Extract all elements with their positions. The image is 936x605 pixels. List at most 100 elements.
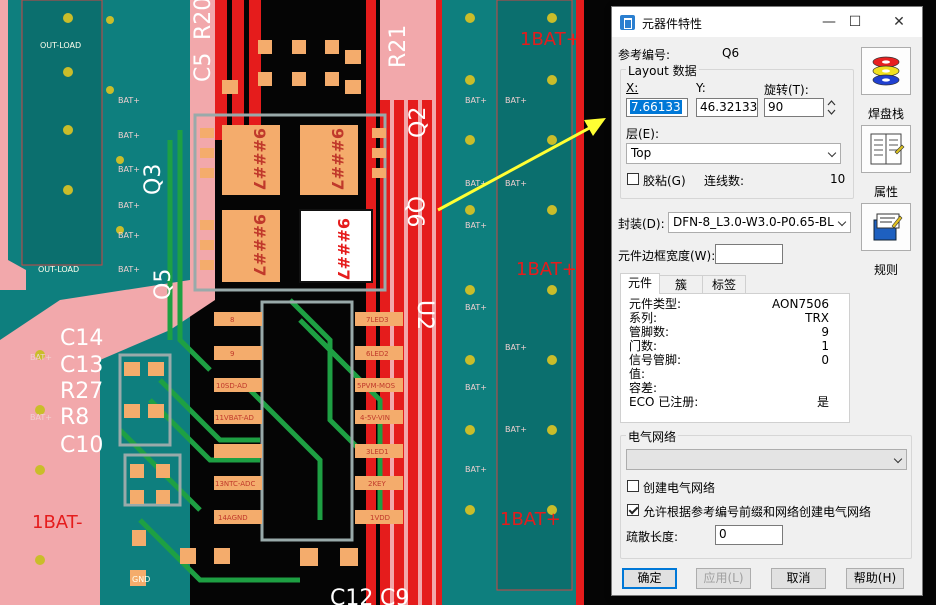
bat-plus-label: 1BAT+ [520,29,581,50]
info-row: 系列: TRX [629,311,829,325]
y-input[interactable]: 46.32133 [696,98,758,117]
rules-button[interactable] [861,203,911,251]
bat-small-label: BAT+ [118,265,140,274]
tab-label[interactable]: 标签 [702,275,746,294]
net-label: 14AGND [218,514,248,522]
silk-q3: Q3 [141,164,166,195]
net-label: 7LED3 [366,316,389,324]
silk-r27: R27 [60,379,103,404]
net-label: 10SD-AD [216,382,247,390]
silk-q6: Q6 [402,196,427,227]
chevron-down-icon [893,454,903,464]
silk-r21: R21 [386,25,411,68]
bat-minus-label: 1BAT- [32,512,83,533]
apply-button[interactable]: 应用(L) [696,568,751,589]
layer-value: Top [631,146,652,160]
footprint-select[interactable]: DFN-8_L3.0-W3.0-P0.65-BL [668,212,851,233]
maximize-icon[interactable]: ☐ [842,11,868,33]
help-button[interactable]: 帮助(H) [846,568,904,589]
rotation-input[interactable]: 90 [764,98,824,117]
pad-stack-icon [872,56,900,86]
glue-checkbox[interactable] [627,173,639,185]
net-label: 9 [230,350,234,358]
bat-small-label: BAT+ [118,165,140,174]
create-net-checkbox[interactable] [627,480,639,492]
bat-small-label: BAT+ [118,231,140,240]
x-label: X: [626,81,639,95]
connections-value: 10 [830,172,846,186]
layer-select[interactable]: Top [626,143,841,164]
info-row: 值: [629,367,646,381]
net-label: 5PVM-MOS [357,382,396,390]
allow-net-checkbox[interactable] [627,504,639,516]
bat-small-label: BAT+ [465,96,487,105]
net-label: 8 [230,316,234,324]
bat-small-label: BAT+ [465,303,487,312]
bat-small-label: BAT+ [465,465,487,474]
title-bar[interactable]: 元器件特性 — ☐ ✕ [612,7,922,37]
silk-u2: U2 [412,300,437,330]
footprint-label: 封装(D): [618,217,665,231]
silk-q5: Q5 [151,269,176,300]
footprint-value: DFN-8_L3.0-W3.0-P0.65-BL [673,215,834,229]
out-load-label: OUT-LOAD [38,265,79,274]
silk-c12: C12 [330,586,373,605]
silk-c13: C13 [60,353,103,378]
net-group-title: 电气网络 [626,428,679,445]
bat-small-label: BAT+ [505,425,527,434]
connections-label: 连线数: [704,174,745,188]
out-load-label: OUT-LOAD [40,41,81,50]
chevron-down-icon [827,148,837,158]
net-label: 2KEY [368,480,386,488]
border-width-label: 元件边框宽度(W): [618,249,716,263]
close-icon[interactable]: ✕ [886,11,912,33]
gnd-label: GND [132,575,150,584]
component-properties-dialog[interactable]: 元器件特性 — ☐ ✕ 参考编号: Q6 Layout 数据 X: 7.6613… [611,6,923,596]
rotation-spinner[interactable] [827,98,836,117]
layout-group-title: Layout 数据 [626,62,699,79]
x-input[interactable]: 7.66133 [626,98,688,117]
bat-small-label: BAT+ [118,131,140,140]
cancel-button[interactable]: 取消 [771,568,826,589]
bat-plus-label: 1BAT+ [516,259,577,280]
fanout-label: 疏散长度: [626,530,679,544]
create-net-label: 创建电气网络 [643,481,716,495]
tab-component[interactable]: 元件 [620,273,660,294]
pour-block-b [496,0,573,591]
component-info-panel: 元件类型: AON7506 系列: TRX 管脚数: 9 门数: 1 信号管脚: 0 值:… [620,293,850,423]
ref-value: Q6 [722,46,740,60]
info-row: ECO 已注册: 是 [629,395,829,409]
net-label: 11VBAT-AD [215,414,254,422]
tab-cluster[interactable]: 簇 [658,275,704,294]
rules-icon [873,213,903,241]
layer-label: 层(E): [626,127,659,141]
bat-small-label: BAT+ [30,353,52,362]
minimize-icon[interactable]: — [816,11,842,33]
info-row: 信号管脚: 0 [629,353,829,367]
chip-mark: 9###7 [250,214,269,276]
rules-label: 规则 [873,263,898,277]
rotation-label: 旋转(T): [764,83,809,97]
properties-button[interactable] [861,125,911,173]
border-width-input[interactable] [715,244,783,264]
glue-label: 胶粘(G) [643,174,686,188]
pour-block-a [21,0,103,266]
chevron-down-icon [837,217,847,227]
ok-button[interactable]: 确定 [622,568,677,589]
fanout-input[interactable]: 0 [715,525,783,545]
net-select[interactable] [626,449,907,470]
x-value: 7.66133 [630,100,682,114]
bat-small-label: BAT+ [505,179,527,188]
bat-plus-label: 1BAT+ [500,509,561,530]
bat-small-label: BAT+ [118,201,140,210]
pad-stack-button[interactable] [861,47,911,95]
allow-net-label: 允许根据参考编号前缀和网络创建电气网络 [643,505,872,519]
window-title: 元器件特性 [642,17,703,31]
bat-small-label: BAT+ [465,383,487,392]
net-label: 4-5V-VIN [360,414,390,422]
net-label: 3LED1 [366,448,389,456]
ref-label: 参考编号: [618,48,671,62]
info-row: 容差: [629,381,658,395]
net-label: 6LED2 [366,350,389,358]
properties-icon [870,133,905,165]
